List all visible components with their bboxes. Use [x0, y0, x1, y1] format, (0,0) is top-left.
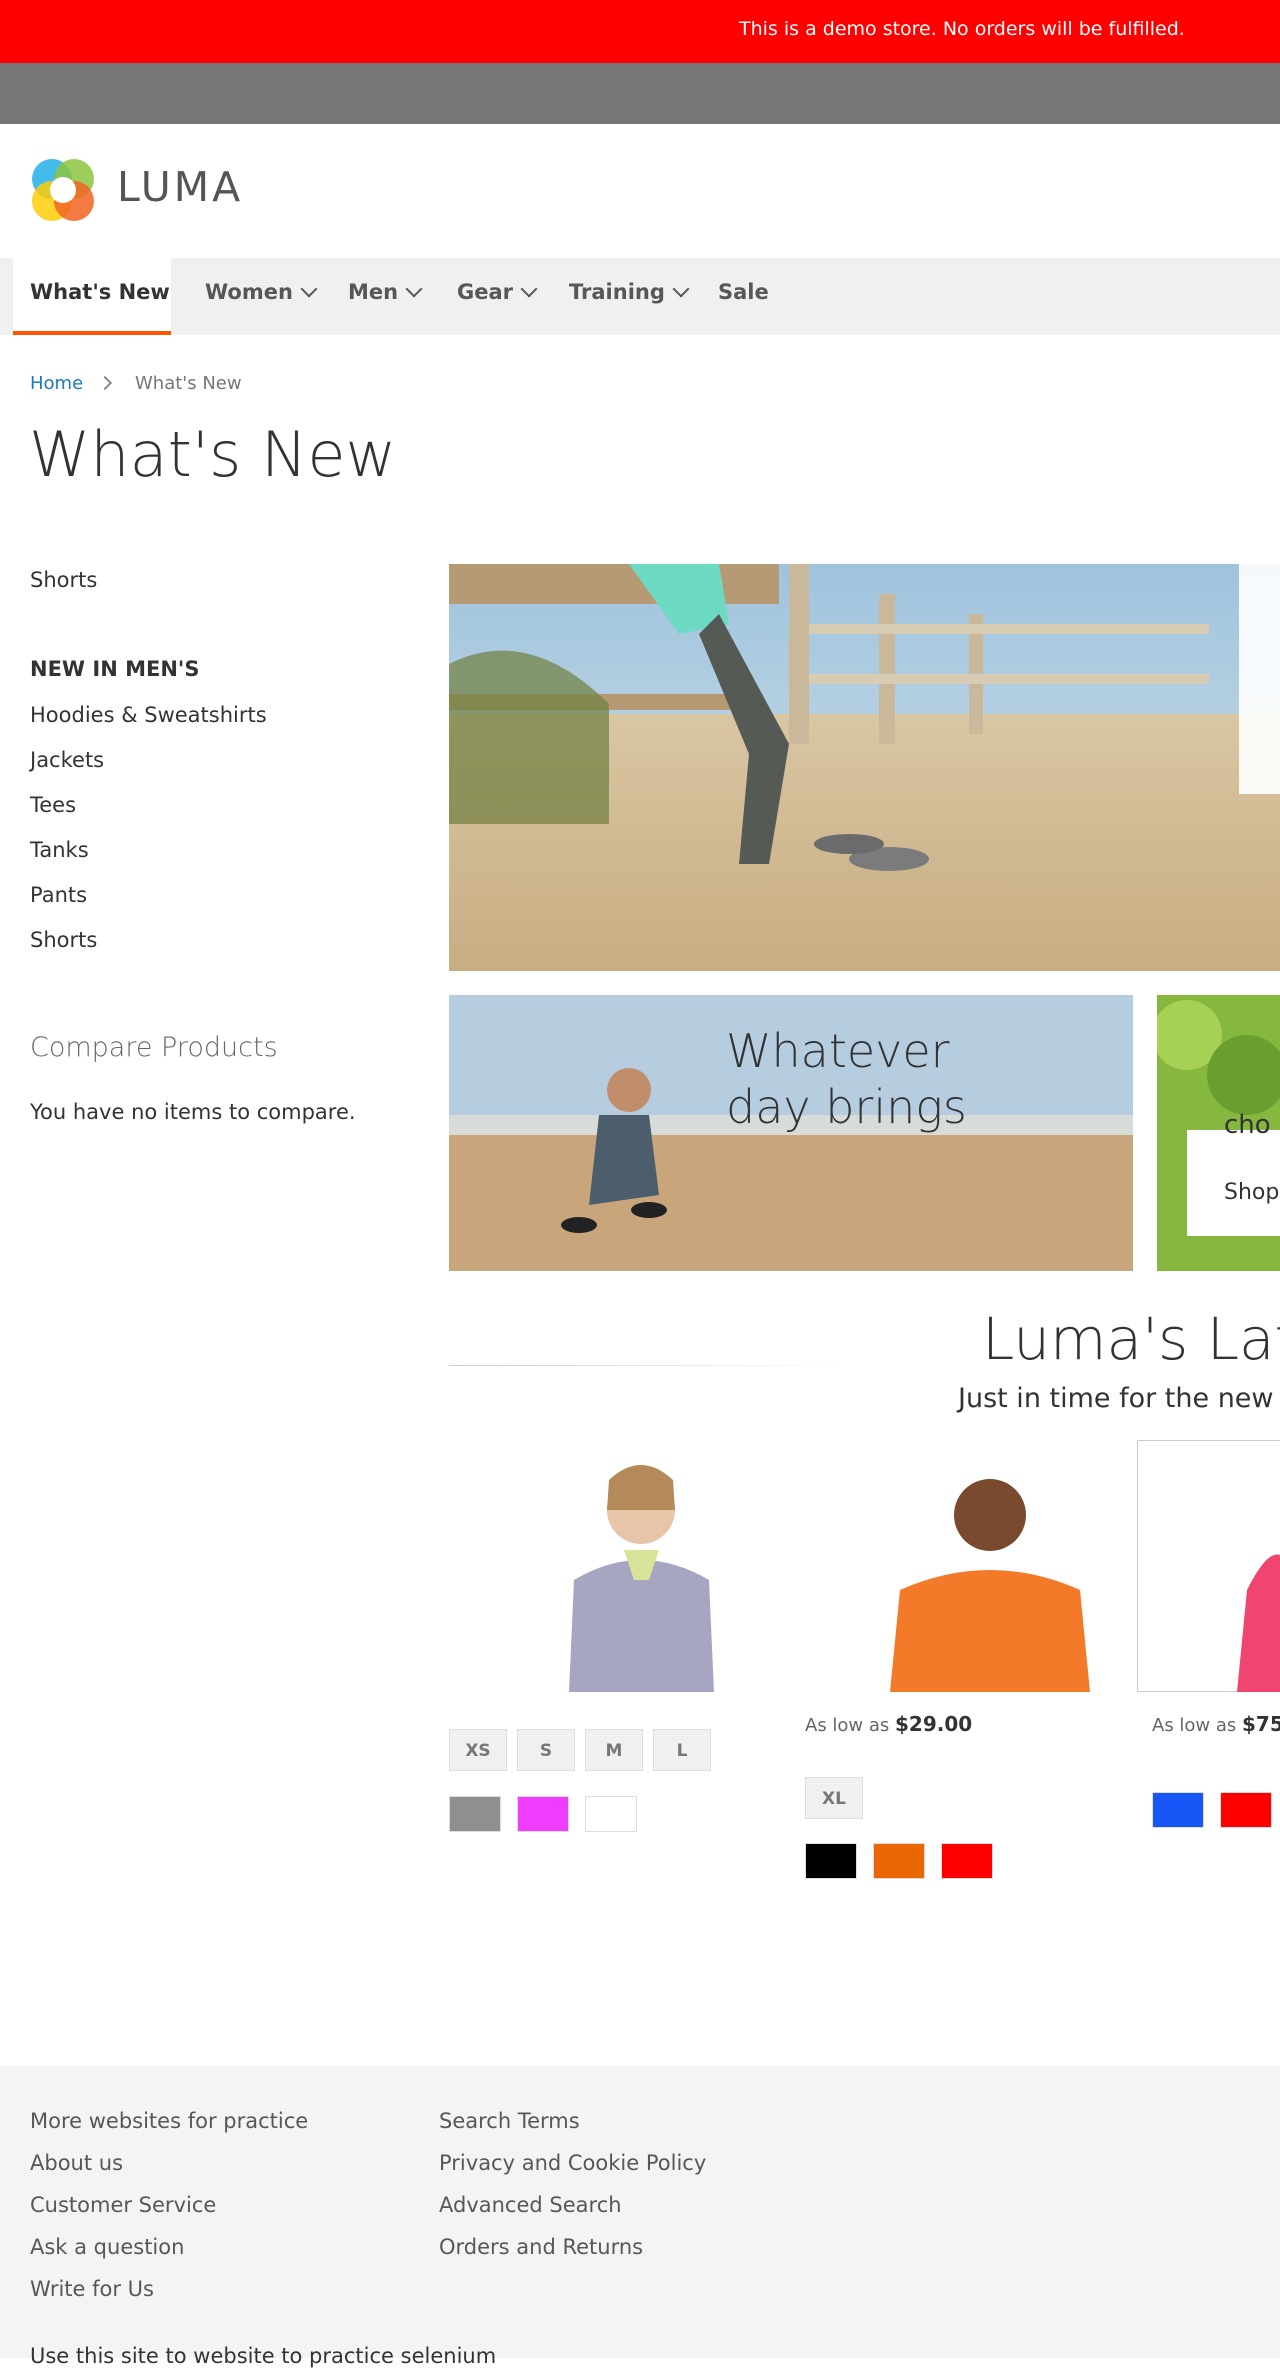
- product-image-pink-top: [1237, 1554, 1280, 1692]
- chevron-down-icon: [405, 280, 423, 298]
- price-value: $29.00: [895, 1712, 973, 1736]
- compare-products-title: Compare Products: [30, 1032, 278, 1063]
- sidebar-heading-mens: NEW IN MEN'S: [30, 657, 200, 681]
- product-card-3[interactable]: As low as $75.0: [1137, 1440, 1280, 1840]
- nav-label: Training: [569, 280, 665, 304]
- footer-link-privacy[interactable]: Privacy and Cookie Policy: [439, 2151, 706, 2175]
- footer-link-search-terms[interactable]: Search Terms: [439, 2109, 580, 2133]
- luma-logo-icon: [32, 159, 94, 221]
- nav-label: Women: [205, 280, 293, 304]
- price-value: $75.0: [1242, 1712, 1280, 1736]
- color-option-red[interactable]: [941, 1843, 993, 1879]
- promo-shop-link[interactable]: Shop: [1224, 1180, 1279, 1205]
- footer-link-about-us[interactable]: About us: [30, 2151, 123, 2175]
- product-image-hoodie: [569, 1465, 714, 1692]
- main-navigation: What's New Women Men Gear Training Sale: [0, 258, 1280, 335]
- promo-whatever-day-brings[interactable]: Whatever day brings: [449, 995, 1133, 1271]
- footer-link-ask-question[interactable]: Ask a question: [30, 2235, 184, 2259]
- latest-section-subtitle: Just in time for the new se: [958, 1383, 1280, 1414]
- breadcrumb-home[interactable]: Home: [30, 373, 83, 394]
- promo-title: Whatever day brings: [726, 1024, 967, 1134]
- color-option-purple[interactable]: [517, 1796, 569, 1832]
- footer-link-orders-returns[interactable]: Orders and Returns: [439, 2235, 643, 2259]
- header-panel: [0, 63, 1280, 124]
- size-option-s[interactable]: S: [517, 1729, 575, 1771]
- chevron-down-icon: [520, 280, 538, 298]
- price-prefix: As low as: [805, 1715, 890, 1736]
- nav-label: Gear: [457, 280, 514, 304]
- sidebar-item-jackets[interactable]: Jackets: [30, 748, 104, 772]
- chevron-down-icon: [300, 280, 318, 298]
- logo[interactable]: LUMA: [30, 157, 250, 223]
- logo-text: LUMA: [117, 163, 244, 211]
- chevron-down-icon: [672, 280, 690, 298]
- color-option-orange[interactable]: [873, 1843, 925, 1879]
- demo-notice-bar: This is a demo store. No orders will be …: [0, 0, 1280, 63]
- footer-bottom-text: Use this site to website to practice sel…: [30, 2344, 497, 2368]
- product-price: As low as $75.0: [1152, 1712, 1280, 1736]
- nav-label: Sale: [718, 280, 769, 304]
- product-card-2[interactable]: As low as $29.00 XL: [805, 1440, 1125, 1890]
- size-option-m[interactable]: M: [585, 1729, 643, 1771]
- nav-label: What's New: [30, 280, 170, 304]
- promo-caption-cut: cho: [1224, 1110, 1271, 1140]
- product-card-1[interactable]: XS S M L: [449, 1440, 779, 1845]
- hero-banner[interactable]: [449, 564, 1280, 971]
- sidebar-item-hoodies[interactable]: Hoodies & Sweatshirts: [30, 703, 267, 727]
- sidebar-item-pants[interactable]: Pants: [30, 883, 87, 907]
- breadcrumb-current: What's New: [135, 373, 242, 394]
- footer-link-advanced-search[interactable]: Advanced Search: [439, 2193, 622, 2217]
- sidebar-item-shorts[interactable]: Shorts: [30, 568, 97, 592]
- nav-item-sale[interactable]: Sale: [718, 280, 769, 335]
- section-divider: [449, 1365, 849, 1366]
- price-prefix: As low as: [1152, 1715, 1237, 1736]
- page-title: What's New: [29, 418, 397, 491]
- size-option-xl[interactable]: XL: [805, 1777, 863, 1819]
- color-option-blue[interactable]: [1152, 1792, 1204, 1828]
- hero-beach-image: [449, 564, 1280, 971]
- demo-notice-text: This is a demo store. No orders will be …: [739, 18, 1185, 40]
- footer-link-write-for-us[interactable]: Write for Us: [30, 2277, 154, 2301]
- sidebar-item-shorts-men[interactable]: Shorts: [30, 928, 97, 952]
- breadcrumb-separator-icon: [97, 375, 113, 391]
- nav-label: Men: [348, 280, 399, 304]
- nav-item-gear[interactable]: Gear: [457, 280, 538, 335]
- compare-empty-message: You have no items to compare.: [30, 1100, 356, 1124]
- latest-section-title: Luma's Late: [982, 1305, 1280, 1373]
- color-option-gray[interactable]: [449, 1796, 501, 1832]
- product-price: As low as $29.00: [805, 1712, 972, 1736]
- nav-item-whats-new[interactable]: What's New: [30, 280, 170, 335]
- nav-item-women[interactable]: Women: [205, 280, 318, 335]
- product-image-tee: [890, 1479, 1090, 1692]
- footer-link-more-websites[interactable]: More websites for practice: [30, 2109, 308, 2133]
- promo-caption-box: cho Shop: [1187, 1110, 1280, 1236]
- sidebar-item-tanks[interactable]: Tanks: [30, 838, 89, 862]
- nav-item-training[interactable]: Training: [569, 280, 690, 335]
- color-option-white[interactable]: [585, 1796, 637, 1832]
- size-option-xs[interactable]: XS: [449, 1729, 507, 1771]
- sidebar-item-tees[interactable]: Tees: [30, 793, 76, 817]
- color-option-red[interactable]: [1220, 1792, 1272, 1828]
- color-option-black[interactable]: [805, 1843, 857, 1879]
- size-option-l[interactable]: L: [653, 1729, 711, 1771]
- footer: More websites for practice About us Cust…: [0, 2066, 1280, 2368]
- nav-item-men[interactable]: Men: [348, 280, 423, 335]
- promo-panel-right[interactable]: cho Shop: [1157, 995, 1280, 1271]
- footer-link-customer-service[interactable]: Customer Service: [30, 2193, 216, 2217]
